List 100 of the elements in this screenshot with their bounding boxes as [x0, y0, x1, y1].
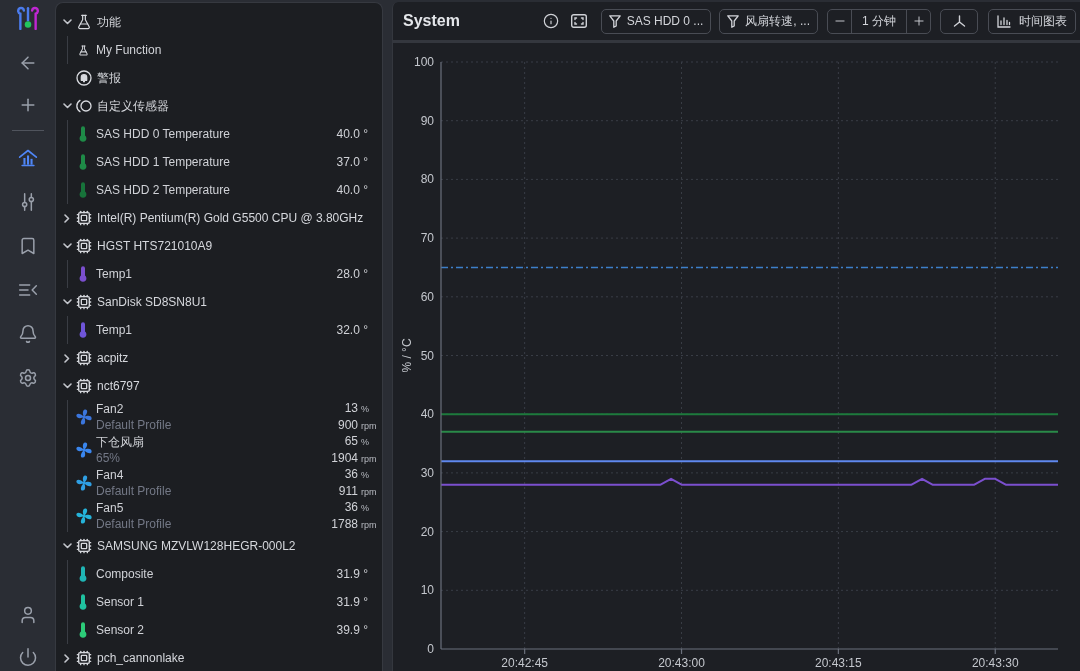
flask-icon	[76, 14, 92, 30]
filter-button[interactable]: 风扇转速, ...	[719, 8, 818, 34]
fan-detail: 65%	[96, 449, 122, 466]
time-range-value: 1 分钟	[851, 9, 907, 33]
filter-icon	[727, 14, 740, 28]
sensor-name[interactable]: Temp1	[96, 265, 133, 283]
info-icon[interactable]	[542, 13, 559, 29]
sensor-name[interactable]: SAS HDD 2 Temperature	[96, 181, 230, 199]
axis-tick-label: 100	[413, 55, 434, 69]
group-label[interactable]: 自定义传感器	[97, 97, 169, 115]
fan-name[interactable]: Fan5	[96, 499, 172, 516]
chevron-right-icon[interactable]	[64, 213, 70, 223]
axis-tick-label: 40	[420, 407, 434, 422]
fan-rpm: 911	[338, 482, 358, 499]
fan-rpm-unit: rpm	[360, 518, 378, 532]
chip-icon	[76, 538, 92, 554]
chevron-right-icon[interactable]	[64, 353, 70, 363]
chip-icon	[76, 378, 92, 394]
axis-tick-label: 70	[420, 231, 434, 246]
group-label[interactable]: 功能	[97, 13, 121, 31]
power-icon	[17, 647, 38, 667]
fan-detail: Default Profile	[96, 482, 172, 499]
axis-tick-label: 30	[420, 465, 434, 480]
device-name[interactable]: HGST HTS721010A9	[97, 237, 213, 255]
fan-speed: 13	[343, 399, 358, 416]
axis-title: % / °C	[400, 338, 414, 373]
axis-tick-label: 60	[420, 289, 434, 304]
sensor-reading: 31.9 °	[336, 566, 368, 583]
fan-rpm: 1904	[331, 449, 358, 466]
chip-icon	[76, 650, 92, 666]
frame-icon[interactable]	[570, 14, 587, 28]
device-name[interactable]: SanDisk SD8SN8U1	[97, 293, 208, 311]
axis-tick-label: 20:43:15	[815, 656, 862, 670]
chevron-down-icon[interactable]	[62, 299, 72, 305]
fan-speed-unit: %	[360, 468, 370, 482]
sensor-name[interactable]: Composite	[96, 565, 154, 583]
fan-speed-unit: %	[360, 501, 370, 515]
plus-icon	[911, 14, 926, 28]
chevron-down-icon[interactable]	[62, 543, 72, 549]
sensor-reading: 31.9 °	[336, 594, 368, 611]
chip-icon	[76, 238, 92, 254]
fan-speed: 36	[343, 498, 358, 515]
sensor-reading: 40.0 °	[336, 126, 368, 143]
device-name[interactable]: nct6797	[97, 377, 140, 395]
fan-rpm-unit: rpm	[360, 452, 378, 466]
sensor-name[interactable]: Sensor 1	[96, 593, 145, 611]
axis-tick-label: 0	[427, 642, 434, 656]
axis-tick-label: 20:43:30	[971, 656, 1019, 670]
fan-speed: 36	[343, 465, 358, 482]
chip-icon	[76, 294, 92, 310]
group-label[interactable]: 警报	[97, 69, 121, 87]
chevron-right-icon[interactable]	[64, 653, 70, 663]
axis-tick-label: 20	[420, 524, 434, 539]
device-name[interactable]: Intel(R) Pentium(R) Gold G5500 CPU @ 3.80GHz	[97, 209, 364, 227]
function-name[interactable]: My Function	[96, 41, 162, 59]
axis-tick-label: 20:42:45	[501, 656, 548, 670]
fan-detail: Default Profile	[96, 416, 172, 433]
chevron-down-icon[interactable]	[62, 243, 72, 249]
flask-icon	[77, 44, 89, 56]
chip-icon	[76, 210, 92, 226]
axis-tick-label: 20:43:00	[658, 656, 705, 670]
sensor-reading: 37.0 °	[336, 154, 368, 171]
device-name[interactable]: acpitz	[97, 349, 129, 367]
filter-icon	[608, 14, 621, 28]
chart-view-button[interactable]: 时间图表	[988, 8, 1076, 34]
device-name[interactable]: SAMSUNG MZVLW128HEGR-000L2	[97, 537, 296, 555]
fan-speed-unit: %	[360, 402, 370, 416]
chevron-down-icon[interactable]	[62, 19, 72, 25]
fan-name[interactable]: Fan2	[96, 400, 172, 417]
bar-chart-icon	[997, 14, 1011, 28]
three-way-icon	[952, 15, 966, 27]
sensor-name[interactable]: Sensor 2	[96, 621, 145, 639]
axis-tick-label: 80	[420, 172, 434, 187]
fan-name[interactable]: 下仓风扇	[96, 433, 144, 450]
bell-icon	[76, 70, 92, 86]
fan-speed: 65	[343, 432, 358, 449]
chip-icon	[76, 350, 92, 366]
fan-rpm: 1788	[331, 515, 358, 532]
axis-tick-label: 90	[420, 113, 434, 128]
chevron-down-icon[interactable]	[62, 103, 72, 109]
chevron-down-icon[interactable]	[62, 383, 72, 389]
axes-button[interactable]	[940, 8, 978, 34]
axis-tick-label: 50	[420, 348, 434, 363]
sensor-reading: 32.0 °	[336, 322, 368, 339]
sensor-name[interactable]: Temp1	[96, 321, 133, 339]
sensor-reading: 40.0 °	[336, 182, 368, 199]
axis-tick-label: 10	[420, 583, 434, 598]
logo-icon	[16, 6, 39, 30]
fan-rpm-unit: rpm	[360, 419, 378, 433]
filter-button[interactable]: SAS HDD 0 ...	[600, 8, 712, 34]
fan-detail: Default Profile	[96, 515, 172, 532]
fan-speed-unit: %	[360, 435, 370, 449]
sensor-reading: 39.9 °	[336, 622, 368, 639]
fan-rpm: 900	[337, 416, 358, 433]
device-name[interactable]: pch_cannonlake	[97, 649, 185, 667]
sensor-reading: 28.0 °	[336, 266, 368, 283]
sensor-name[interactable]: SAS HDD 0 Temperature	[96, 125, 230, 143]
fan-rpm-unit: rpm	[360, 485, 378, 499]
sensor-name[interactable]: SAS HDD 1 Temperature	[96, 153, 230, 171]
fan-name[interactable]: Fan4	[96, 466, 172, 483]
